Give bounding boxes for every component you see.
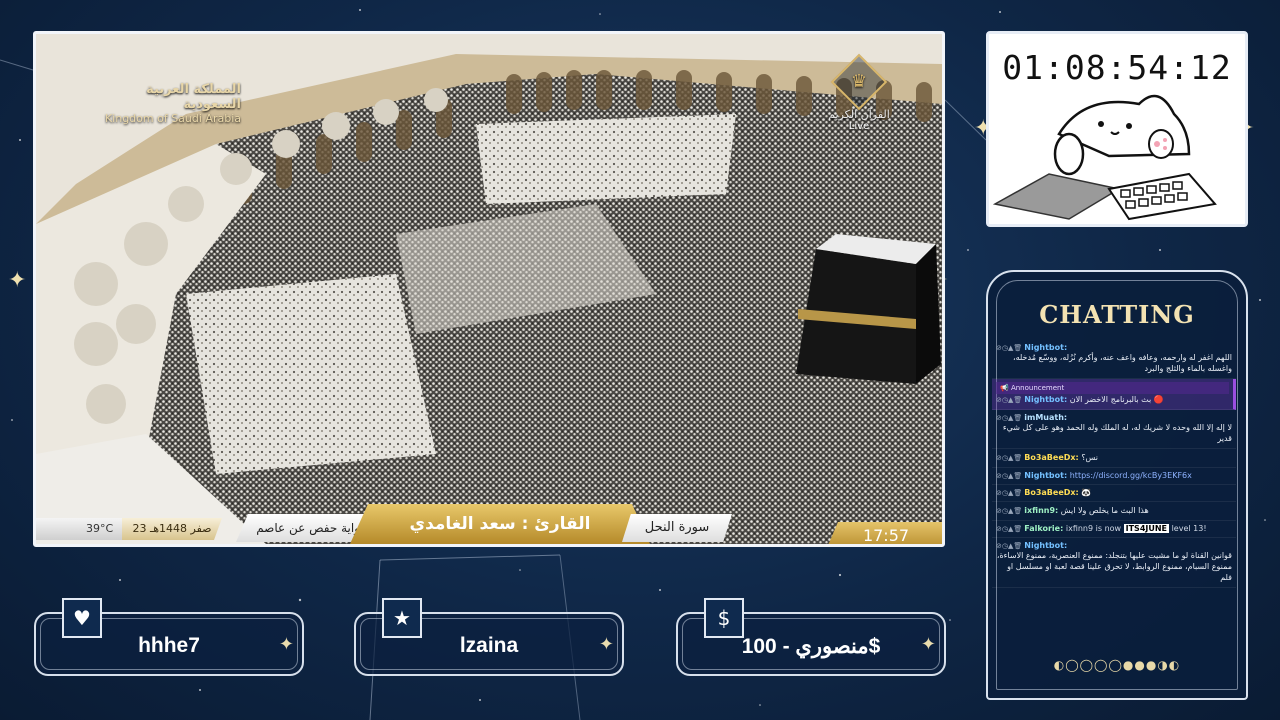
live-video-feed: المملكة العربية السعودية Kingdom of Saud…	[33, 31, 945, 547]
dollar-icon: $	[704, 598, 744, 638]
chat-message-list[interactable]: ⊘◷▲🗑 Nightbot: اللهم اغفر له وارحمه، وعاف…	[992, 340, 1236, 640]
sparkle-icon: ✦	[278, 634, 294, 655]
mod-action-icons[interactable]: ⊘◷▲🗑	[996, 396, 1022, 404]
temperature-label: 39°C	[36, 518, 126, 540]
chat-username[interactable]: Nightbot:	[1024, 471, 1067, 480]
bongo-cat-icon	[989, 94, 1245, 224]
live-label: Live	[848, 121, 870, 132]
latest-follower-box: ♥ hhhe7 ✦	[34, 598, 304, 676]
chat-text: بث بالبرنامج الاخضر الان 🔴	[1069, 395, 1164, 404]
chat-text: 🐼	[1081, 488, 1092, 497]
kaaba	[796, 234, 941, 384]
chat-text: level 13!	[1169, 524, 1207, 533]
latest-follower-name: hhhe7	[138, 634, 200, 657]
reciter-label: القارئ : سعد الغامدي	[350, 504, 650, 544]
chat-text: نس؟	[1081, 453, 1098, 462]
latest-donation-box: $ منصوري - 100$ ✦	[676, 598, 946, 676]
sparkle-icon: ✦	[8, 268, 27, 293]
chat-message: ⊘◷▲🗑 Falkorie: ixfinn9 is now ITS4JUNE le…	[992, 521, 1236, 538]
chat-message: ⊘◷▲🗑 Nightbot: اللهم اغفر له وارحمه، وعاف…	[992, 340, 1236, 379]
mod-action-icons[interactable]: ⊘◷▲🗑	[996, 414, 1022, 422]
chat-username[interactable]: Nightbot:	[1024, 395, 1067, 404]
chat-username[interactable]: Falkorie:	[1024, 524, 1063, 533]
mod-action-icons[interactable]: ⊘◷▲🗑	[996, 507, 1022, 515]
chat-message: ⊘◷▲🗑 Nightbot: قوانين القناة لو ما مشيت ع…	[992, 538, 1236, 588]
latest-subscriber-box: ★ lzaina ✦	[354, 598, 624, 676]
latest-donation-value: منصوري - 100$	[741, 635, 881, 658]
chat-message: ⊘◷▲🗑 ixfinn9: هذا البث ما يخلص ولا ايش	[992, 502, 1236, 521]
channel-name-arabic: المملكة العربية السعودية	[146, 82, 241, 112]
mod-action-icons[interactable]: ⊘◷▲🗑	[996, 454, 1022, 462]
surah-label: سورة النحل	[622, 514, 732, 542]
level-badge: ITS4JUNE	[1123, 524, 1170, 533]
chat-text: هذا البث ما يخلص ولا ايش	[1060, 506, 1149, 515]
mod-action-icons[interactable]: ⊘◷▲🗑	[996, 542, 1022, 550]
chat-message: ⊘◷▲🗑 Nightbot: https://discord.gg/kcBy3EK…	[992, 468, 1236, 485]
chat-text: لا إله إلا الله وحده لا شريك له، له المل…	[1002, 423, 1232, 443]
quran-channel-logo: ♛ القرآن الكريم Live	[824, 53, 894, 132]
chat-username[interactable]: Nightbot:	[1024, 343, 1067, 352]
mod-action-icons[interactable]: ⊘◷▲🗑	[996, 472, 1022, 480]
chat-text: قوانين القناة لو ما مشيت عليها بتنجلد: م…	[996, 551, 1232, 582]
chat-text: ixfinn9 is now	[1065, 524, 1124, 533]
chat-announcement: 📢 Announcement ⊘◷▲🗑 Nightbot: بث بالبرنام…	[992, 379, 1236, 410]
mod-action-icons[interactable]: ⊘◷▲🗑	[996, 344, 1022, 352]
chat-username[interactable]: ixfinn9:	[1024, 506, 1058, 515]
mod-action-icons[interactable]: ⊘◷▲🗑	[996, 525, 1022, 533]
discord-link[interactable]: https://discord.gg/kcBy3EKF6x	[1070, 471, 1192, 480]
stream-timer-widget: 01:08:54:12	[986, 31, 1248, 227]
sparkle-icon: ✦	[920, 634, 936, 655]
moon-phase-decoration: ◐◯◯◯◯●●●◑◐	[1053, 658, 1181, 672]
latest-subscriber-name: lzaina	[459, 634, 519, 657]
announcement-label: Announcement	[1010, 384, 1065, 392]
local-time-label: 17:57	[826, 522, 942, 544]
channel-name-english: Kingdom of Saudi Arabia	[104, 112, 241, 125]
chat-text: اللهم اغفر له وارحمه، وعافه واعف عنه، وأ…	[1013, 353, 1232, 373]
heart-icon: ♥	[62, 598, 102, 638]
chat-panel: CHATTING ⊘◷▲🗑 Nightbot: اللهم اغفر له وار…	[986, 270, 1248, 700]
star-icon: ★	[382, 598, 422, 638]
chat-username[interactable]: Bo3aBeeDx:	[1024, 488, 1079, 497]
announcement-icon: 📢	[1000, 384, 1011, 392]
emblem-icon: ♛	[830, 53, 888, 111]
chat-message: ⊘◷▲🗑 Bo3aBeeDx: 🐼	[992, 485, 1236, 502]
chat-message: ⊘◷▲🗑 Bo3aBeeDx: نس؟	[992, 449, 1236, 468]
stream-timer: 01:08:54:12	[1002, 48, 1232, 87]
channel-logo: المملكة العربية السعودية Kingdom of Saud…	[96, 82, 241, 125]
chat-username[interactable]: imMuath:	[1024, 413, 1067, 422]
sparkle-icon: ✦	[598, 634, 614, 655]
chat-username[interactable]: Bo3aBeeDx:	[1024, 453, 1079, 462]
hijri-date-label: 23 صفر 1448هـ	[122, 518, 222, 540]
chat-username[interactable]: Nightbot:	[1024, 541, 1067, 550]
chat-message: ⊘◷▲🗑 imMuath: لا إله إلا الله وحده لا شري…	[992, 410, 1236, 449]
chat-title: CHATTING	[1039, 300, 1195, 329]
mod-action-icons[interactable]: ⊘◷▲🗑	[996, 489, 1022, 497]
